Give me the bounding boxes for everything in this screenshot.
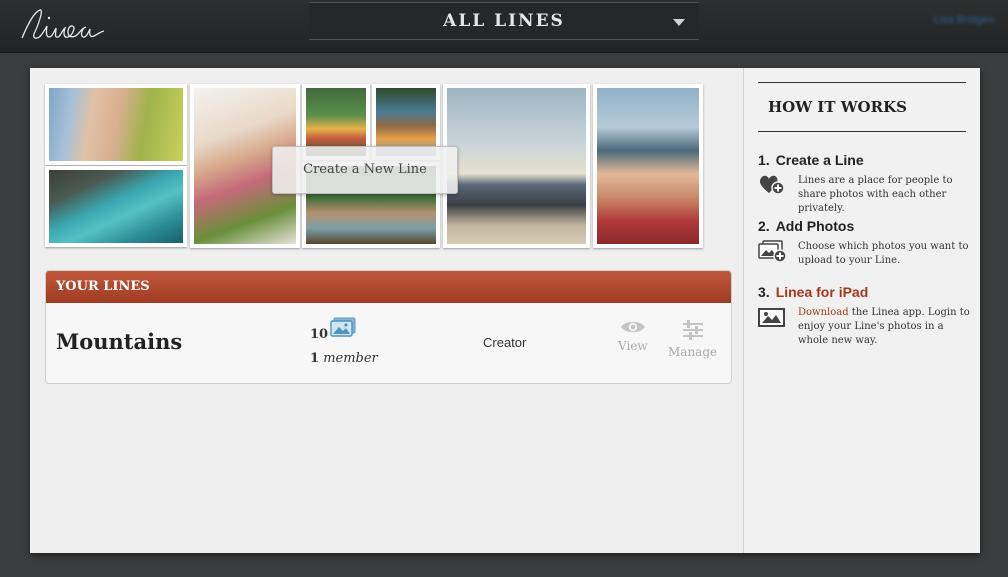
- collage-photo-hands: [45, 84, 187, 165]
- step-description: Download the Linea app. Login to enjoy y…: [798, 307, 970, 346]
- photo-count: 10: [310, 327, 329, 342]
- step-title: 1. Create a Line: [758, 152, 864, 168]
- manage-line-button[interactable]: Manage: [668, 319, 717, 359]
- lines-switcher-dropdown[interactable]: ALL LINES: [309, 2, 699, 40]
- linea-logo[interactable]: [16, 4, 106, 44]
- member-count-value: 1: [310, 351, 320, 366]
- line-role: Creator: [483, 335, 527, 350]
- main-content: Create a New Line YOUR LINES Mountains 1…: [30, 68, 743, 553]
- collage-photo-boat: [45, 166, 187, 247]
- download-link[interactable]: Download: [798, 307, 849, 318]
- step-linea-ipad: 3. Linea for iPad Download the Linea app.…: [758, 284, 973, 346]
- manage-label: Manage: [668, 345, 718, 359]
- lines-switcher-label: ALL LINES: [443, 11, 565, 31]
- line-name[interactable]: Mountains: [56, 329, 182, 354]
- step-description: Lines are a place for people to share ph…: [798, 175, 953, 214]
- photos-icon: [330, 317, 356, 337]
- step-add-photos: 2. Add Photos Choose which photos you wan…: [758, 218, 973, 266]
- member-count: 1 member: [310, 351, 378, 366]
- view-line-button[interactable]: View: [618, 319, 648, 353]
- your-lines-panel: YOUR LINES Mountains 10 1 member Creator: [45, 270, 732, 384]
- heart-plus-icon: [759, 175, 785, 195]
- photos-plus-icon: [758, 240, 787, 263]
- linea-logo-mark: [21, 9, 105, 39]
- member-count-label: member: [323, 351, 378, 366]
- how-it-works-sidebar: HOW IT WORKS 1. Create a Line Lines are a…: [743, 68, 980, 553]
- image-icon: [758, 308, 785, 327]
- main-card: Create a New Line YOUR LINES Mountains 1…: [30, 68, 980, 553]
- collage-photo-beach: [443, 84, 590, 248]
- your-lines-heading: YOUR LINES: [46, 271, 731, 303]
- create-new-line-button[interactable]: Create a New Line: [272, 146, 458, 194]
- step-title: 3. Linea for iPad: [758, 284, 869, 300]
- line-row-mountains[interactable]: Mountains 10 1 member Creator View Manag…: [46, 303, 731, 383]
- eye-icon: [620, 321, 645, 333]
- top-bar: ALL LINES Lisa Bridges: [0, 0, 1008, 53]
- sliders-icon: [682, 320, 703, 340]
- step-create-line: 1. Create a Line Lines are a place for pe…: [758, 152, 973, 214]
- step-description: Choose which photos you want to upload t…: [798, 241, 969, 266]
- step-title: 2. Add Photos: [758, 218, 855, 234]
- user-account-link[interactable]: Lisa Bridges: [933, 14, 994, 26]
- collage-photo-boy-canoe: [593, 84, 703, 248]
- how-it-works-title: HOW IT WORKS: [758, 82, 966, 132]
- chevron-down-icon: [673, 19, 685, 26]
- view-label: View: [618, 339, 648, 353]
